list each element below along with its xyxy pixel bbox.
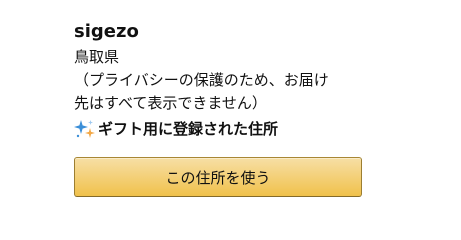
prefecture-text: 鳥取県: [74, 48, 120, 66]
gift-address-label: ギフト用に登録された住所: [74, 118, 278, 140]
use-this-address-button[interactable]: この住所を使う: [74, 157, 362, 197]
use-this-address-label: この住所を使う: [165, 168, 271, 187]
privacy-notice: （プライバシーの保護のため、お届け 先はすべて表示できません）: [74, 69, 374, 115]
gift-label-text: ギフト用に登録された住所: [98, 120, 279, 138]
privacy-notice-line-2: 先はすべて表示できません）: [74, 94, 267, 112]
recipient-name: sigezo: [74, 21, 139, 42]
sparkle-icon: [74, 118, 96, 140]
address-card: sigezo 鳥取県 （プライバシーの保護のため、お届け 先はすべて表示できませ…: [0, 0, 461, 229]
privacy-notice-line-1: （プライバシーの保護のため、お届け: [74, 71, 329, 89]
